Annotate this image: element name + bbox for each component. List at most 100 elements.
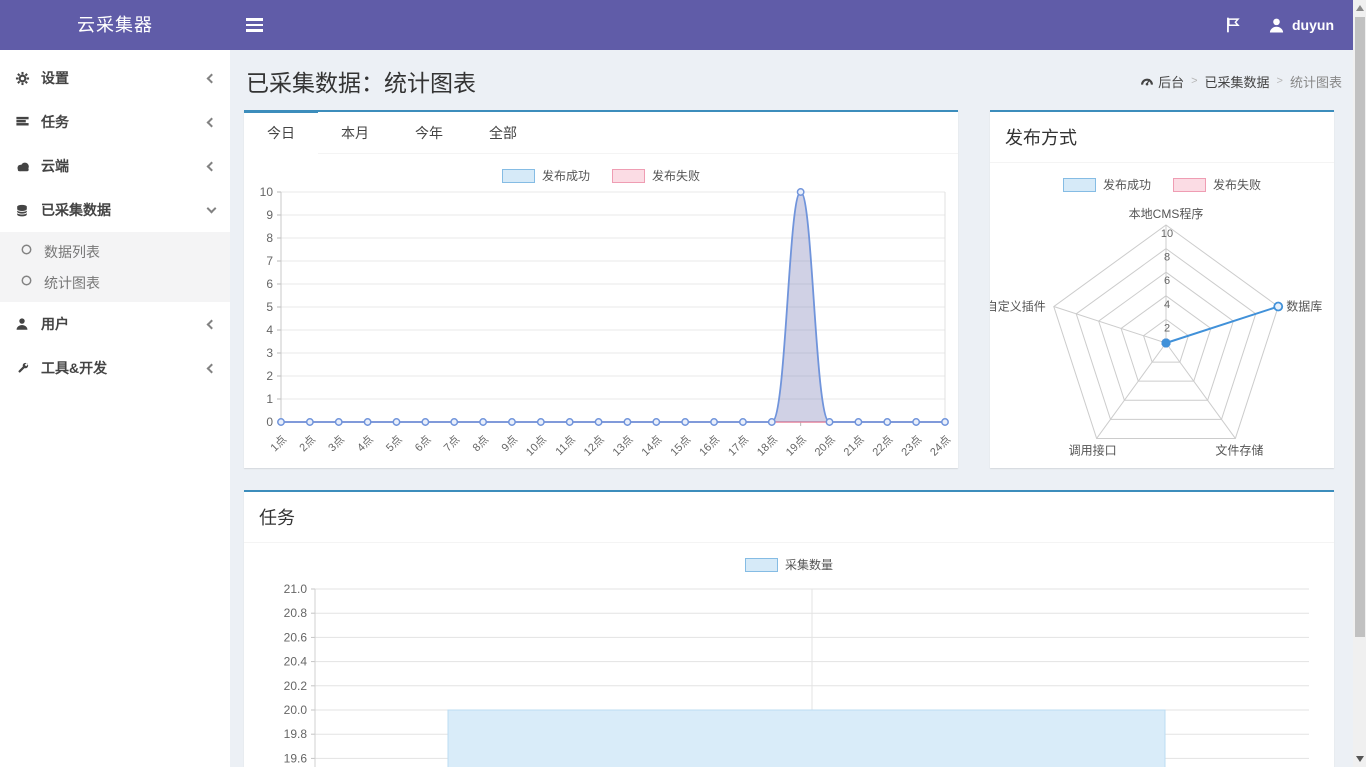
legend-label: 发布成功 [542,167,590,184]
data-point-marker [942,419,948,425]
scrollbar-down-arrow[interactable] [1356,756,1364,762]
data-point-marker [538,419,544,425]
y-axis-tick-label: 20.2 [284,679,308,693]
sidebar-item-1[interactable]: 任务 [0,100,230,144]
legend-item[interactable]: 采集数量 [745,556,833,573]
wrench-icon [15,361,41,376]
publish-method-card: 发布方式 发布成功发布失败 246810本地CMS程序数据库文件存储调用接口自定… [990,110,1334,468]
app-brand[interactable]: 云采集器 [0,0,230,50]
legend-label: 发布成功 [1103,176,1151,193]
y-axis-tick-label: 20.8 [284,606,308,620]
tab-全部[interactable]: 全部 [466,112,540,153]
radar-ring-label: 8 [1164,252,1170,264]
tasks-bar-chart: 21.020.820.620.420.220.019.819.619.419.2 [259,579,1319,767]
x-axis-tick-label: 4点 [354,433,375,454]
legend-label: 发布失败 [652,167,700,184]
sidebar-item-3[interactable]: 已采集数据 [0,188,230,232]
sidebar-item-label: 任务 [41,112,208,132]
x-axis-tick-label: 8点 [470,433,491,454]
y-axis-tick-label: 20.6 [284,630,308,644]
page-scrollbar[interactable] [1353,0,1366,767]
tasks-bar [448,710,1165,767]
y-axis-tick-label: 19.6 [284,751,308,765]
scrollbar-thumb[interactable] [1355,17,1365,637]
x-axis-tick-label: 24点 [927,433,953,459]
data-point-marker [451,419,457,425]
chevron-down-icon [207,204,217,214]
legend-item[interactable]: 发布成功 [502,167,590,184]
breadcrumb: 后台>已采集数据>统计图表 [1140,72,1342,91]
x-axis-tick-label: 23点 [899,433,925,459]
legend-label: 采集数量 [785,556,833,573]
period-tabs: 今日本月今年全部 [244,112,958,154]
gear-icon [15,71,41,86]
flag-icon[interactable] [1208,0,1258,50]
data-point-marker [682,419,688,425]
username: duyun [1292,17,1334,33]
legend-chip [1173,178,1206,192]
sidebar: 设置任务云端已采集数据数据列表统计图表用户工具&开发 [0,50,230,767]
radar-ring-label: 6 [1164,275,1170,287]
breadcrumb-item-1[interactable]: 已采集数据 [1205,72,1270,91]
x-axis-tick-label: 22点 [870,433,896,459]
top-navbar: 云采集器 duyun [0,0,1366,50]
tasks-card-title: 任务 [244,492,1334,543]
sidebar-subitem-0[interactable]: 数据列表 [0,236,230,267]
sidebar-item-label: 工具&开发 [41,358,208,378]
y-axis-tick-label: 6 [266,277,273,291]
publish-method-card-title: 发布方式 [990,112,1334,163]
tab-今日[interactable]: 今日 [244,110,318,154]
tasks-icon [15,115,41,130]
data-point-marker [509,419,515,425]
legend-item[interactable]: 发布失败 [1173,176,1261,193]
scrollbar-up-arrow[interactable] [1356,5,1364,11]
data-point-marker [595,419,601,425]
flag-icon [1224,16,1242,34]
sidebar-item-5[interactable]: 工具&开发 [0,346,230,390]
radar-axis-label: 本地CMS程序 [1129,206,1204,221]
x-axis-tick-label: 6点 [412,433,433,454]
breadcrumb-item-0[interactable]: 后台 [1140,72,1184,91]
x-axis-tick-label: 5点 [383,433,404,454]
chevron-left-icon [207,319,217,329]
circle-icon [20,243,44,261]
x-axis-tick-label: 19点 [783,433,809,459]
tab-本月[interactable]: 本月 [318,112,392,153]
data-point-marker [566,419,572,425]
sidebar-subitem-1[interactable]: 统计图表 [0,267,230,298]
data-point-marker [480,419,486,425]
x-axis-tick-label: 20点 [812,433,838,459]
data-point-marker [769,419,775,425]
y-axis-tick-label: 3 [266,346,273,360]
sidebar-item-2[interactable]: 云端 [0,144,230,188]
y-axis-tick-label: 21.0 [284,582,308,596]
legend-label: 发布失败 [1213,176,1261,193]
tab-今年[interactable]: 今年 [392,112,466,153]
data-point-marker [653,419,659,425]
sidebar-item-0[interactable]: 设置 [0,56,230,100]
radar-ring-label: 2 [1164,322,1170,334]
charts-row: 今日本月今年全部 发布成功发布失败 0123456789101点2点3点4点5点… [244,110,1344,468]
breadcrumb-item-2: 统计图表 [1290,72,1342,91]
y-axis-tick-label: 10 [260,185,274,199]
legend-chip [745,558,778,572]
sidebar-item-4[interactable]: 用户 [0,302,230,346]
x-axis-tick-label: 12点 [581,433,607,459]
sidebar-menu: 设置任务云端已采集数据数据列表统计图表用户工具&开发 [0,50,230,390]
radar-axis-label: 调用接口 [1069,442,1117,457]
legend-chip [1063,178,1096,192]
legend-item[interactable]: 发布失败 [612,167,700,184]
tasks-chart-legend: 采集数量 [244,556,1334,573]
sidebar-toggle-button[interactable] [230,0,278,50]
legend-chip [612,169,645,183]
radar-chart-legend: 发布成功 发布失败 [990,176,1334,193]
y-axis-tick-label: 5 [266,300,273,314]
legend-item[interactable]: 发布成功 [1063,176,1151,193]
sidebar-item-label: 云端 [41,156,208,176]
y-axis-tick-label: 9 [266,208,273,222]
user-menu[interactable]: duyun [1258,0,1366,50]
data-point-marker [884,419,890,425]
y-axis-tick-label: 2 [266,369,273,383]
chevron-left-icon [207,73,217,83]
radar-axis-label: 文件存储 [1215,442,1263,457]
